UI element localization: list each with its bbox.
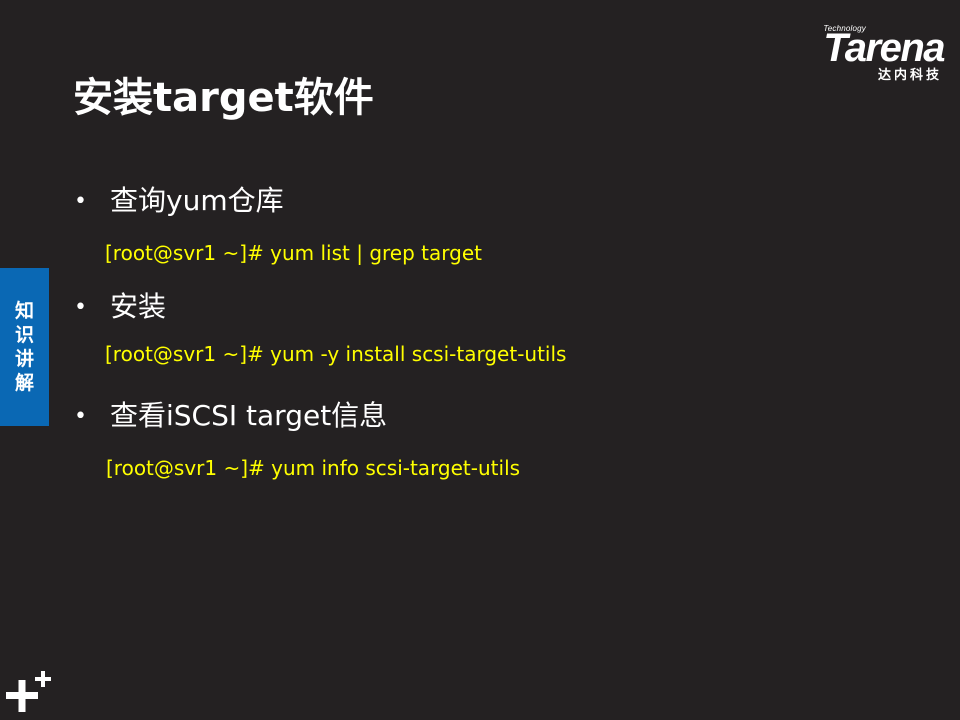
bullet-dot-icon: •: [74, 188, 87, 214]
bullet-text: 安装: [110, 290, 167, 323]
logo-wordmark: Tarena: [823, 26, 945, 70]
command-line: [root@svr1 ~]# yum info scsi-target-util…: [106, 456, 521, 480]
bullet-text: 查询yum仓库: [110, 184, 284, 217]
bullet-dot-icon: •: [74, 403, 87, 429]
bullet-item: • 查询yum仓库: [74, 181, 284, 221]
plus-icon: [6, 671, 51, 712]
bullet-item: • 安装: [74, 287, 166, 327]
side-tab: 知识讲解: [0, 268, 49, 426]
bullet-text: 查看iSCSI target信息: [110, 399, 388, 432]
bullet-dot-icon: •: [74, 294, 87, 320]
bullet-item: • 查看iSCSI target信息: [74, 396, 387, 436]
logo-chinese-text: 达内科技: [877, 68, 942, 83]
slide: Technology Tarena 达内科技 安装target软件 知识讲解 •…: [0, 0, 960, 720]
tarena-logo: Technology Tarena 达内科技: [780, 24, 945, 84]
side-tab-label: 知识讲解: [14, 300, 34, 394]
command-line: [root@svr1 ~]# yum -y install scsi-targe…: [105, 342, 567, 366]
page-title: 安装target软件: [73, 75, 374, 121]
command-line: [root@svr1 ~]# yum list | grep target: [105, 241, 482, 265]
